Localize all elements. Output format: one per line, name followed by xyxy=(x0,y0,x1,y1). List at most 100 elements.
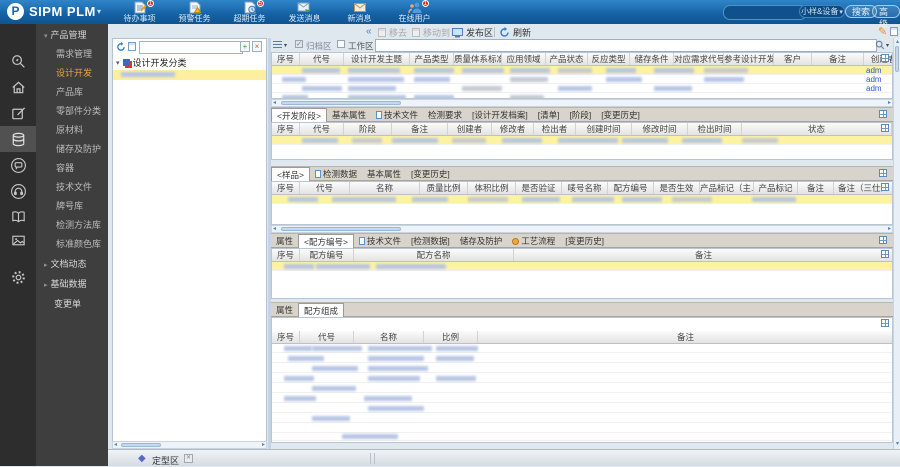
column-header[interactable]: 体积比例 xyxy=(468,182,516,194)
explore-search-icon[interactable] xyxy=(0,48,36,74)
column-header[interactable]: 产品标记 xyxy=(754,182,798,194)
column-header[interactable]: 修改者 xyxy=(492,123,534,135)
column-header[interactable]: 备注 xyxy=(478,331,892,343)
column-header[interactable]: 创建者 xyxy=(448,123,492,135)
gallery-icon[interactable] xyxy=(0,227,36,253)
column-header[interactable]: 创建时间 xyxy=(576,123,632,135)
tab[interactable]: 基本属性 xyxy=(362,167,406,182)
scroll-arrow[interactable]: ▸ xyxy=(262,442,265,449)
column-header[interactable]: 序号 xyxy=(272,123,300,135)
sidebar-section-base[interactable]: ▸ 基础数据 xyxy=(36,273,108,293)
column-header[interactable]: 修改时间 xyxy=(632,123,688,135)
table-row[interactable] xyxy=(272,394,892,403)
column-header[interactable]: 质量体系标准 xyxy=(454,53,502,65)
tab[interactable]: 检测要求 xyxy=(423,108,467,123)
database-icon[interactable] xyxy=(0,126,36,152)
filter-caret-icon[interactable]: ▾ xyxy=(886,42,889,49)
scrollbar-thumb[interactable] xyxy=(121,443,161,447)
scrollbar-thumb[interactable] xyxy=(281,101,401,105)
settings-gear-icon[interactable] xyxy=(0,264,36,290)
tab[interactable]: 属性 xyxy=(271,303,298,318)
table-row[interactable] xyxy=(272,432,892,441)
tab[interactable]: 储存及防护 xyxy=(455,234,508,249)
hscrollbar[interactable]: ◂ ▸ xyxy=(271,99,893,107)
column-header[interactable]: 序号 xyxy=(272,182,300,194)
column-header[interactable]: 备注 xyxy=(798,182,834,194)
chevron-down-icon[interactable]: ▾ xyxy=(284,42,287,49)
tab[interactable]: 基本属性 xyxy=(327,108,371,123)
column-header[interactable]: 配方编号 xyxy=(300,249,354,261)
tree-collapse-button[interactable]: × xyxy=(252,41,262,52)
scrollbar-thumb[interactable] xyxy=(281,227,401,231)
table-grid-icon[interactable] xyxy=(881,54,889,62)
column-header[interactable]: 序号 xyxy=(272,249,300,261)
nav-new-message[interactable]: 新消息 xyxy=(332,0,387,24)
table-row[interactable]: adm xyxy=(272,84,892,93)
tab[interactable]: 属性 xyxy=(271,234,298,249)
column-header[interactable]: 名称 xyxy=(350,182,420,194)
home-icon[interactable] xyxy=(0,74,36,100)
scrollbar-thumb[interactable] xyxy=(895,46,899,72)
column-header[interactable]: 储存条件 xyxy=(630,53,674,65)
scroll-arrow[interactable]: ◂ xyxy=(273,226,276,233)
tab[interactable]: 工艺流程 xyxy=(507,234,560,249)
table-grid-icon[interactable] xyxy=(881,250,889,258)
tab[interactable]: [变更历史] xyxy=(560,234,609,249)
column-header[interactable]: 代号 xyxy=(300,123,344,135)
table-row[interactable]: adm xyxy=(272,75,892,84)
column-header[interactable]: 设计开发主题 xyxy=(344,53,410,65)
zone-close-icon[interactable]: ✕ xyxy=(184,454,193,463)
sidebar-item[interactable]: 设计开发 xyxy=(36,63,108,82)
nav-todo-items[interactable]: 1 待办事项 xyxy=(112,0,167,24)
tree-refresh-icon[interactable] xyxy=(116,42,126,52)
column-header[interactable]: 参考设计开发.. xyxy=(724,53,774,65)
table-row[interactable] xyxy=(272,136,892,145)
scroll-arrow[interactable]: ◂ xyxy=(114,442,117,449)
column-header[interactable]: 产品状态 xyxy=(546,53,588,65)
app-menu-caret-icon[interactable]: ▾ xyxy=(97,7,101,16)
column-header[interactable]: 对应需求代号 xyxy=(674,53,724,65)
table-grid-icon[interactable] xyxy=(879,169,887,177)
column-header[interactable]: 代号 xyxy=(300,53,344,65)
table-grid-icon[interactable] xyxy=(881,319,889,327)
advanced-search-button[interactable]: 高级 xyxy=(872,5,900,29)
table-row[interactable] xyxy=(272,414,892,423)
scroll-arrow[interactable]: ▾ xyxy=(894,441,900,448)
search-icon[interactable] xyxy=(875,40,885,50)
sidebar-item[interactable]: 储存及防护 xyxy=(36,139,108,158)
column-header[interactable]: 是否生效 xyxy=(654,182,700,194)
column-header[interactable]: 检出时间 xyxy=(688,123,742,135)
tree-hscrollbar[interactable]: ◂ ▸ xyxy=(112,441,267,449)
edit-icon[interactable] xyxy=(0,100,36,126)
column-header[interactable]: 阶段 xyxy=(344,123,392,135)
tree-selected-node[interactable] xyxy=(113,70,266,80)
table-grid-icon[interactable] xyxy=(881,183,889,191)
sidebar-item[interactable]: 牌号库 xyxy=(36,196,108,215)
column-header[interactable]: 反应类型 xyxy=(588,53,630,65)
tree-expand-button[interactable]: + xyxy=(240,41,250,52)
scroll-arrow[interactable]: ▸ xyxy=(888,100,891,107)
column-header[interactable]: 质量比例 xyxy=(420,182,468,194)
sidebar-section-product[interactable]: ▾ 产品管理 xyxy=(36,24,108,44)
column-header[interactable]: 备注 xyxy=(812,53,864,65)
sidebar-item[interactable]: 检测方法库 xyxy=(36,215,108,234)
sidebar-item-change-order[interactable]: 变更单 xyxy=(36,293,108,313)
nav-online-users[interactable]: 1 在线用户 xyxy=(387,0,442,24)
table-row[interactable] xyxy=(272,195,892,204)
column-header[interactable]: 比例 xyxy=(424,331,478,343)
tree-search-input[interactable] xyxy=(139,41,243,54)
scroll-arrow[interactable]: ▴ xyxy=(894,39,900,46)
view-mode-icon[interactable] xyxy=(273,41,282,49)
sidebar-item[interactable]: 技术文件 xyxy=(36,177,108,196)
tab[interactable]: [清单] xyxy=(533,108,565,123)
column-header[interactable]: 是否验证 xyxy=(516,182,562,194)
column-header[interactable]: 代号 xyxy=(300,182,350,194)
tab[interactable]: [变更历史] xyxy=(596,108,645,123)
column-header[interactable]: 检出者 xyxy=(534,123,576,135)
column-header[interactable]: 备注 xyxy=(514,249,892,261)
tab[interactable]: <样品> xyxy=(271,167,310,182)
sidebar-item[interactable]: 原材料 xyxy=(36,120,108,139)
table-grid-icon[interactable] xyxy=(881,124,889,132)
column-header[interactable]: 序号 xyxy=(272,53,300,65)
table-grid-icon[interactable] xyxy=(879,110,887,118)
